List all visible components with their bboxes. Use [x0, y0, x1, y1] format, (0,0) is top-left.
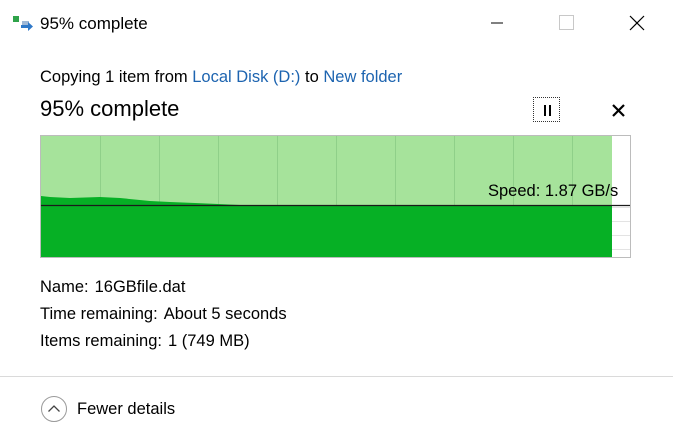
cancel-button[interactable]	[604, 97, 632, 123]
detail-name: Name: 16GBfile.dat	[40, 276, 185, 298]
copy-progress-dialog: 95% complete Copying 1 item from Local D…	[0, 0, 673, 444]
maximize-button	[544, 0, 590, 46]
minimize-button[interactable]	[483, 0, 529, 46]
window-title: 95% complete	[40, 14, 148, 33]
time-remaining-label: Time remaining:	[40, 305, 158, 323]
items-remaining-value: 1 (749 MB)	[167, 332, 250, 350]
name-value: 16GBfile.dat	[94, 278, 186, 296]
file-copy-icon	[13, 15, 35, 33]
time-remaining-value: About 5 seconds	[163, 305, 287, 323]
copy-description: Copying 1 item from Local Disk (D:) to N…	[40, 66, 402, 88]
progress-headline: 95% complete	[40, 96, 180, 121]
copy-connector: to	[300, 68, 324, 86]
close-window-button[interactable]	[613, 0, 659, 46]
fewer-details-button[interactable]: Fewer details	[40, 394, 175, 424]
chevron-up-icon	[40, 395, 68, 423]
speed-label: Speed: 1.87 GB/s	[488, 182, 619, 200]
source-link[interactable]: Local Disk (D:)	[192, 68, 300, 86]
title-bar: 95% complete	[0, 0, 673, 46]
fewer-details-label: Fewer details	[77, 400, 176, 418]
pause-button[interactable]	[533, 97, 560, 122]
items-remaining-label: Items remaining:	[40, 332, 162, 350]
detail-time-remaining: Time remaining: About 5 seconds	[40, 303, 287, 325]
name-label: Name:	[40, 278, 89, 296]
destination-link[interactable]: New folder	[323, 68, 402, 86]
copy-prefix: Copying 1 item from	[40, 68, 193, 86]
detail-items-remaining: Items remaining: 1 (749 MB)	[40, 330, 250, 352]
